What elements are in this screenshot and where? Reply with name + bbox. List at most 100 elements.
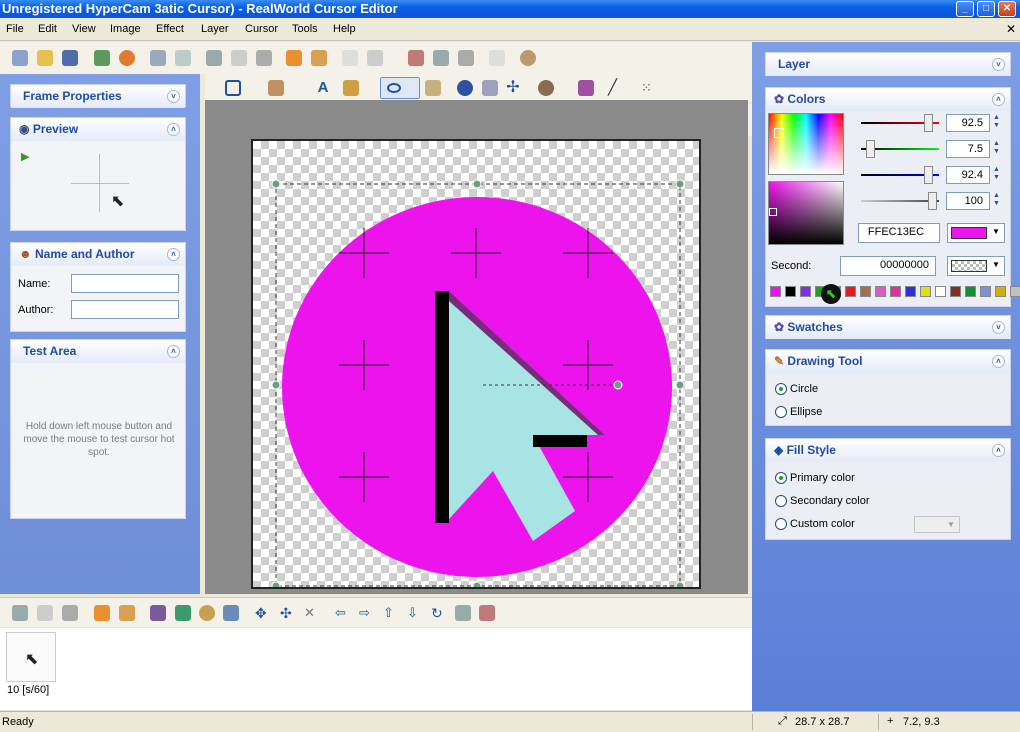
second-hex-field[interactable]: 00000000 — [840, 256, 936, 276]
maximize-button[interactable]: □ — [977, 1, 995, 17]
effect-icon[interactable] — [408, 50, 424, 66]
layer-ops-icon[interactable] — [578, 80, 594, 96]
cursor-canvas[interactable] — [251, 139, 701, 589]
primary-color-radio[interactable] — [775, 472, 787, 484]
second-color-dropdown[interactable]: ▼ — [947, 256, 1005, 276]
arrow-down-icon[interactable]: ⇩ — [407, 605, 423, 621]
open-icon[interactable] — [37, 50, 53, 66]
menu-tools[interactable]: Tools — [292, 23, 318, 35]
slider3-thumb[interactable] — [924, 166, 933, 184]
chevron-down-icon[interactable]: ˅ — [992, 58, 1005, 71]
arrow-right-icon[interactable]: ⇨ — [359, 605, 375, 621]
colors-header[interactable]: ✿ Colors˄ — [766, 88, 1010, 111]
alpha-value[interactable]: 100 — [946, 192, 990, 210]
palette-swatch[interactable] — [845, 286, 856, 297]
palette-swatch[interactable] — [785, 286, 796, 297]
palette-swatch[interactable] — [875, 286, 886, 297]
spin3-icon[interactable]: ▲▼ — [993, 166, 1000, 182]
chevron-up-icon[interactable]: ˄ — [167, 248, 180, 261]
fill-icon[interactable] — [425, 80, 441, 96]
brush-tool-icon[interactable] — [343, 80, 359, 96]
custom-color-radio[interactable] — [775, 518, 787, 530]
palette-swatch[interactable] — [950, 286, 961, 297]
primary-hex-field[interactable]: FFEC13EC — [858, 223, 940, 243]
text-tool-icon[interactable]: A — [315, 80, 331, 96]
undo-icon[interactable] — [150, 50, 166, 66]
move-frame-icon[interactable]: ✥ — [255, 605, 271, 621]
duplicate-frame-icon[interactable] — [94, 605, 110, 621]
palette-swatch[interactable] — [920, 286, 931, 297]
duplicate-icon[interactable] — [286, 50, 302, 66]
play-icon[interactable]: ▶ — [21, 150, 29, 163]
frame-image-icon[interactable] — [175, 605, 191, 621]
move-icon[interactable]: ✢ — [505, 80, 521, 96]
line-icon[interactable]: ╱ — [608, 80, 624, 96]
settings-icon[interactable] — [199, 605, 215, 621]
menu-layer[interactable]: Layer — [201, 23, 229, 35]
save-icon[interactable] — [62, 50, 78, 66]
chevron-up-icon[interactable]: ˄ — [992, 444, 1005, 457]
redo-icon[interactable] — [175, 50, 191, 66]
brush-icon[interactable] — [458, 50, 474, 66]
palette-swatch[interactable] — [935, 286, 946, 297]
swatches-header[interactable]: ✿ Swatches˅ — [766, 316, 1010, 339]
stamp-icon[interactable] — [433, 50, 449, 66]
spin1-icon[interactable]: ▲▼ — [993, 114, 1000, 130]
saturation-marker[interactable] — [769, 208, 777, 216]
palette-swatch[interactable] — [770, 286, 781, 297]
paste-icon[interactable] — [256, 50, 272, 66]
spin2-icon[interactable]: ▲▼ — [993, 140, 1000, 156]
palette-swatch[interactable] — [860, 286, 871, 297]
insert-icon[interactable] — [311, 50, 327, 66]
primary-color-dropdown[interactable]: ▼ — [947, 223, 1005, 243]
save-all-icon[interactable] — [94, 50, 110, 66]
fill-style-header[interactable]: ◆ Fill Style˄ — [766, 439, 1010, 462]
dropper-icon[interactable] — [457, 80, 473, 96]
slider1-thumb[interactable] — [924, 114, 933, 132]
test-area-header[interactable]: Test Area˄ — [11, 340, 185, 363]
palette-swatch[interactable] — [995, 286, 1006, 297]
slider3-value[interactable]: 92.4 — [946, 166, 990, 184]
slider2-thumb[interactable] — [866, 140, 875, 158]
pointer-icon[interactable] — [367, 50, 383, 66]
frame-effect-icon[interactable] — [150, 605, 166, 621]
paste-frame-icon[interactable] — [62, 605, 78, 621]
custom-color-dropdown[interactable]: ▼ — [914, 516, 960, 533]
select-arrow-icon[interactable] — [489, 50, 505, 66]
chevron-up-icon[interactable]: ˄ — [992, 355, 1005, 368]
ellipse-tool-button[interactable] — [380, 77, 420, 99]
alpha-thumb[interactable] — [928, 192, 937, 210]
minimize-button[interactable]: _ — [956, 1, 974, 17]
spin4-icon[interactable]: ▲▼ — [993, 192, 1000, 208]
layer-header[interactable]: Layer˅ — [766, 53, 1010, 76]
menu-file[interactable]: File — [6, 23, 24, 35]
frame-properties-header[interactable]: Frame Properties˅ — [11, 85, 185, 108]
copy-frame-icon[interactable] — [37, 605, 53, 621]
grid-icon[interactable]: ⁙ — [641, 80, 657, 96]
chevron-up-icon[interactable]: ˄ — [992, 93, 1005, 106]
shift-frame-icon[interactable]: ✣ — [280, 605, 296, 621]
chevron-down-icon[interactable]: ˅ — [992, 321, 1005, 334]
menu-help[interactable]: Help — [333, 23, 356, 35]
palette-swatch[interactable] — [890, 286, 901, 297]
close-document-icon[interactable]: ✕ — [1006, 22, 1016, 36]
close-button[interactable]: ✕ — [998, 1, 1016, 17]
palette-swatch[interactable] — [1010, 286, 1020, 297]
slider1-value[interactable]: 92.5 — [946, 114, 990, 132]
name-author-header[interactable]: ☻ Name and Author˄ — [11, 243, 185, 266]
arrow-left-icon[interactable]: ⇦ — [335, 605, 351, 621]
hand-icon[interactable] — [342, 50, 358, 66]
secondary-color-radio[interactable] — [775, 495, 787, 507]
frame-tool-icon[interactable] — [479, 605, 495, 621]
marquee-select-icon[interactable] — [225, 80, 241, 96]
circle-radio[interactable] — [775, 383, 787, 395]
drawing-tool-header[interactable]: ✎ Drawing Tool˄ — [766, 350, 1010, 373]
frame-thumbnail[interactable]: ⬉ — [6, 632, 56, 682]
hue-picker[interactable] — [768, 113, 844, 175]
slider2-value[interactable]: 7.5 — [946, 140, 990, 158]
menu-image[interactable]: Image — [110, 23, 141, 35]
hotspot-icon[interactable] — [538, 80, 554, 96]
menu-view[interactable]: View — [72, 23, 96, 35]
author-field[interactable] — [71, 300, 179, 319]
hue-marker[interactable] — [774, 128, 784, 138]
